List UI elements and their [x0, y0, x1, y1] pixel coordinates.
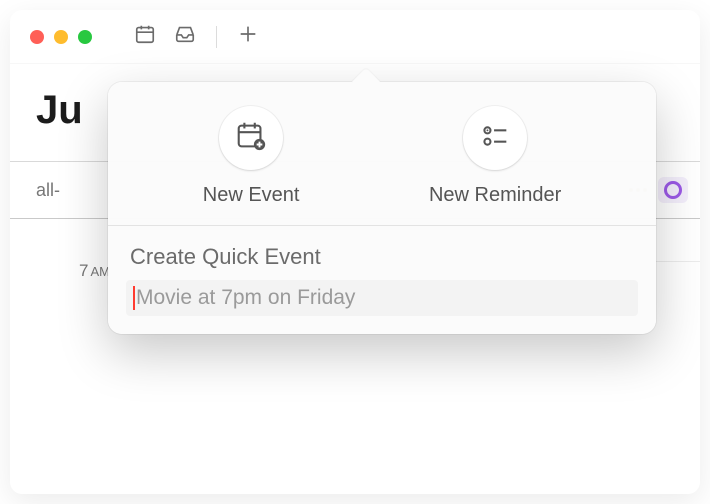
quick-event-input[interactable] [126, 280, 638, 316]
inbox-icon [174, 23, 196, 50]
calendars-toggle-button[interactable] [130, 22, 160, 52]
all-day-event-item[interactable] [656, 175, 690, 205]
quick-event-title: Create Quick Event [126, 244, 638, 270]
event-ring-icon [664, 181, 682, 199]
calendar-icon [134, 23, 156, 50]
new-reminder-label: New Reminder [429, 184, 561, 207]
inbox-button[interactable] [170, 22, 200, 52]
add-button[interactable] [233, 22, 263, 52]
reminders-list-icon [478, 119, 512, 158]
plus-icon [237, 23, 259, 50]
new-reminder-button[interactable]: New Reminder [429, 106, 561, 207]
toolbar-separator [216, 26, 217, 48]
minimize-window-button[interactable] [54, 30, 68, 44]
new-event-button[interactable]: New Event [203, 106, 300, 207]
quick-event-input-wrap [126, 280, 638, 316]
fullscreen-window-button[interactable] [78, 30, 92, 44]
titlebar [10, 10, 700, 64]
app-window: Ju all- 7AM [10, 10, 700, 494]
close-window-button[interactable] [30, 30, 44, 44]
text-caret [133, 286, 135, 310]
window-controls [30, 30, 92, 44]
calendar-add-icon [234, 119, 268, 158]
add-popover: New Event New Reminder [108, 82, 656, 334]
new-event-label: New Event [203, 184, 300, 207]
